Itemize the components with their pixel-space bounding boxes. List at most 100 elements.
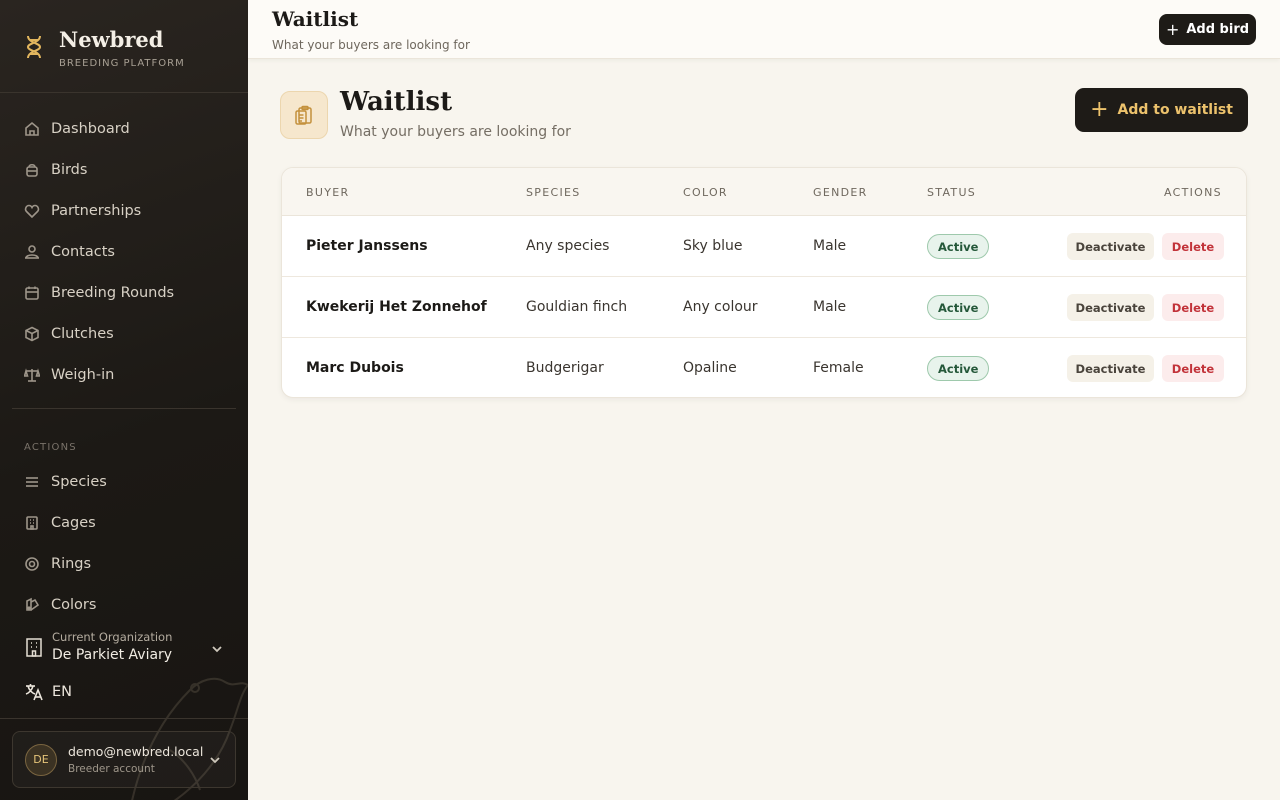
column-header-status: STATUS bbox=[927, 186, 977, 199]
column-header-color: COLOR bbox=[683, 186, 728, 199]
actions-nav: Species Cages Rings Colors bbox=[12, 461, 236, 625]
nav-label: Rings bbox=[51, 555, 92, 572]
deactivate-button[interactable]: Deactivate bbox=[1067, 233, 1154, 260]
cell-buyer: Kwekerij Het Zonnehof bbox=[306, 299, 487, 315]
sidebar-divider bbox=[0, 92, 248, 93]
add-bird-button[interactable]: + Add bird bbox=[1159, 14, 1256, 45]
building-icon bbox=[26, 637, 42, 657]
avatar: DE bbox=[25, 743, 57, 776]
main-nav: Dashboard Birds Partnerships Contacts Br… bbox=[12, 108, 236, 395]
status-badge: Active bbox=[927, 234, 990, 259]
table-row: Pieter Janssens Any species Sky blue Mal… bbox=[282, 216, 1246, 277]
cell-gender: Female bbox=[813, 360, 864, 376]
user-role: Breeder account bbox=[68, 763, 155, 775]
sidebar-divider bbox=[0, 718, 248, 719]
clipboard-icon-tile bbox=[280, 91, 328, 139]
status-badge: Active bbox=[927, 295, 990, 320]
cell-species: Any species bbox=[526, 238, 610, 254]
nav-item-breeding-rounds[interactable]: Breeding Rounds bbox=[12, 272, 236, 313]
cell-gender: Male bbox=[813, 299, 847, 315]
nav-item-rings[interactable]: Rings bbox=[12, 543, 236, 584]
nav-label: Breeding Rounds bbox=[51, 284, 175, 301]
nav-item-dashboard[interactable]: Dashboard bbox=[12, 108, 236, 149]
nav-label: Weigh-in bbox=[51, 366, 115, 383]
topbar-subtitle: What your buyers are looking for bbox=[272, 38, 470, 52]
cell-color: Any colour bbox=[683, 299, 758, 315]
scale-icon bbox=[24, 367, 40, 382]
dna-icon bbox=[26, 35, 42, 59]
palette-icon bbox=[26, 597, 40, 611]
nav-label: Partnerships bbox=[51, 202, 142, 219]
nav-item-clutches[interactable]: Clutches bbox=[12, 313, 236, 354]
cell-color: Opaline bbox=[683, 360, 737, 376]
list-icon bbox=[26, 476, 38, 487]
box-icon bbox=[25, 326, 39, 341]
nav-item-partnerships[interactable]: Partnerships bbox=[12, 190, 236, 231]
sidebar-divider bbox=[12, 408, 236, 409]
table-row: Kwekerij Het Zonnehof Gouldian finch Any… bbox=[282, 277, 1246, 338]
cell-buyer: Marc Dubois bbox=[306, 360, 404, 376]
language-code: EN bbox=[52, 684, 73, 700]
column-header-buyer: BUYER bbox=[306, 186, 350, 199]
translate-icon bbox=[25, 684, 43, 701]
delete-button[interactable]: Delete bbox=[1162, 355, 1224, 382]
page-subtitle: What your buyers are looking for bbox=[340, 124, 571, 140]
cage-icon bbox=[26, 515, 38, 530]
nav-label: Cages bbox=[51, 514, 96, 531]
plus-icon: + bbox=[1090, 97, 1109, 122]
section-label-actions: ACTIONS bbox=[24, 442, 77, 453]
cell-species: Budgerigar bbox=[526, 360, 604, 376]
ring-icon bbox=[25, 556, 39, 571]
nav-item-colors[interactable]: Colors bbox=[12, 584, 236, 625]
calendar-icon bbox=[25, 286, 39, 300]
nav-label: Contacts bbox=[51, 243, 115, 260]
delete-button[interactable]: Delete bbox=[1162, 294, 1224, 321]
cell-gender: Male bbox=[813, 238, 847, 254]
organization-name: De Parkiet Aviary bbox=[52, 647, 173, 663]
table-header: BUYER SPECIES COLOR GENDER STATUS ACTION… bbox=[282, 168, 1246, 216]
heart-icon bbox=[24, 204, 40, 218]
nav-item-birds[interactable]: Birds bbox=[12, 149, 236, 190]
column-header-gender: GENDER bbox=[813, 186, 868, 199]
nav-label: Dashboard bbox=[51, 120, 130, 137]
nav-label: Birds bbox=[51, 161, 88, 178]
nav-label: Colors bbox=[51, 596, 97, 613]
top-bar: Waitlist What your buyers are looking fo… bbox=[248, 0, 1280, 59]
add-to-waitlist-button[interactable]: + Add to waitlist bbox=[1075, 88, 1248, 132]
nav-item-contacts[interactable]: Contacts bbox=[12, 231, 236, 272]
user-email: demo@newbred.local bbox=[68, 744, 204, 759]
bird-icon bbox=[26, 163, 38, 177]
cell-color: Sky blue bbox=[683, 238, 743, 254]
organization-label: Current Organization bbox=[52, 630, 173, 644]
deactivate-button[interactable]: Deactivate bbox=[1067, 294, 1154, 321]
nav-item-cages[interactable]: Cages bbox=[12, 502, 236, 543]
column-header-species: SPECIES bbox=[526, 186, 581, 199]
status-badge: Active bbox=[927, 356, 990, 381]
nav-item-species[interactable]: Species bbox=[12, 461, 236, 502]
page-title: Waitlist bbox=[340, 87, 453, 117]
topbar-title: Waitlist bbox=[272, 7, 359, 31]
contacts-icon bbox=[25, 244, 39, 259]
add-to-waitlist-label: Add to waitlist bbox=[1117, 102, 1233, 118]
organization-switcher[interactable]: Current Organization De Parkiet Aviary bbox=[24, 630, 224, 663]
chevron-down-icon bbox=[212, 646, 222, 653]
brand-name: Newbred bbox=[59, 27, 164, 52]
brand-subtitle: BREEDING PLATFORM bbox=[59, 58, 185, 69]
sidebar: Newbred BREEDING PLATFORM Dashboard Bird… bbox=[0, 0, 248, 800]
cell-buyer: Pieter Janssens bbox=[306, 238, 428, 254]
nav-item-weigh-in[interactable]: Weigh-in bbox=[12, 354, 236, 395]
user-menu[interactable]: DE demo@newbred.local Breeder account bbox=[12, 731, 236, 788]
delete-button[interactable]: Delete bbox=[1162, 233, 1224, 260]
deactivate-button[interactable]: Deactivate bbox=[1067, 355, 1154, 382]
table-row: Marc Dubois Budgerigar Opaline Female Ac… bbox=[282, 338, 1246, 397]
language-switcher[interactable]: EN bbox=[24, 682, 72, 702]
add-bird-label: Add bird bbox=[1186, 22, 1250, 37]
waitlist-table: BUYER SPECIES COLOR GENDER STATUS ACTION… bbox=[281, 167, 1247, 398]
home-icon bbox=[25, 121, 39, 136]
plus-icon: + bbox=[1165, 20, 1180, 39]
chevron-down-icon bbox=[210, 757, 220, 764]
cell-species: Gouldian finch bbox=[526, 299, 628, 315]
brand[interactable]: Newbred BREEDING PLATFORM bbox=[24, 28, 185, 69]
nav-label: Species bbox=[51, 473, 107, 490]
column-header-actions: ACTIONS bbox=[1164, 186, 1222, 199]
